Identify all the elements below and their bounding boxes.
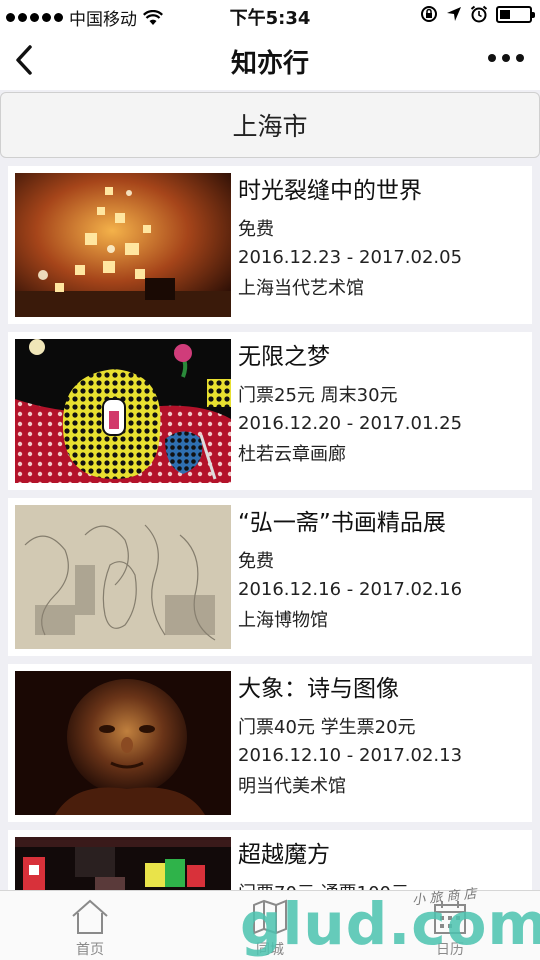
event-list[interactable]: 时光裂缝中的世界 免费 2016.12.23 - 2017.02.05 上海当代… (0, 166, 540, 890)
calendar-icon (434, 901, 466, 934)
map-icon (253, 899, 287, 935)
event-venue: 明当代美术馆 (238, 776, 346, 797)
event-image (15, 837, 231, 890)
event-dates: 2016.12.16 - 2017.02.16 (238, 579, 463, 600)
event-price: 门票25元 周末30元 (238, 385, 398, 406)
event-info: 时光裂缝中的世界 免费 2016.12.23 - 2017.02.05 上海当代… (238, 166, 526, 300)
event-price: 门票40元 学生票20元 (238, 717, 416, 738)
event-info: 无限之梦 门票25元 周末30元 2016.12.20 - 2017.01.25… (238, 332, 526, 466)
event-card[interactable]: 超越魔方 门票70元 通票100元 (8, 830, 532, 890)
event-image (15, 505, 231, 649)
tab-home-label: 首页 (76, 942, 104, 958)
rotation-lock-icon (421, 6, 437, 22)
event-price: 门票70元 通票100元 (238, 879, 526, 890)
event-price: 免费 (238, 551, 274, 572)
tab-home[interactable]: 首页 (40, 899, 140, 959)
event-info: “弘一斋”书画精品展 免费 2016.12.16 - 2017.02.16 上海… (238, 498, 526, 632)
status-right (420, 5, 535, 23)
event-card[interactable]: 无限之梦 门票25元 周末30元 2016.12.20 - 2017.01.25… (8, 332, 532, 490)
status-bar: 中国移动 下午5:34 (0, 0, 540, 30)
event-venue: 上海当代艺术馆 (238, 278, 364, 299)
home-icon (72, 899, 108, 934)
event-card[interactable]: 时光裂缝中的世界 免费 2016.12.23 - 2017.02.05 上海当代… (8, 166, 532, 324)
event-image (15, 173, 231, 317)
tab-bar: 首页 同城 日历 (0, 890, 540, 960)
event-info: 大象：诗与图像 门票40元 学生票20元 2016.12.10 - 2017.0… (238, 664, 526, 798)
event-price: 免费 (238, 219, 274, 240)
nav-bar: 知亦行 (0, 30, 540, 90)
tab-calendar[interactable]: 日历 (400, 899, 500, 959)
tab-city[interactable]: 同城 (220, 899, 320, 959)
event-title: 大象：诗与图像 (238, 676, 399, 702)
event-title: “弘一斋”书画精品展 (238, 510, 446, 536)
event-card[interactable]: “弘一斋”书画精品展 免费 2016.12.16 - 2017.02.16 上海… (8, 498, 532, 656)
alarm-icon (470, 5, 488, 23)
event-info: 超越魔方 门票70元 通票100元 (238, 830, 526, 890)
city-label: 上海市 (232, 112, 308, 141)
battery-icon (496, 5, 535, 23)
more-icon (488, 54, 496, 62)
event-card[interactable]: 大象：诗与图像 门票40元 学生票20元 2016.12.10 - 2017.0… (8, 664, 532, 822)
location-icon (447, 7, 461, 21)
event-title: 超越魔方 (238, 842, 330, 868)
tab-city-label: 同城 (256, 942, 284, 958)
city-selector[interactable]: 上海市 (0, 92, 540, 158)
event-image (15, 339, 231, 483)
event-title: 时光裂缝中的世界 (238, 178, 422, 204)
tab-calendar-label: 日历 (436, 942, 464, 958)
event-dates: 2016.12.23 - 2017.02.05 (238, 247, 463, 268)
event-venue: 上海博物馆 (238, 610, 328, 631)
event-dates: 2016.12.10 - 2017.02.13 (238, 745, 463, 766)
event-image (15, 671, 231, 815)
event-dates: 2016.12.20 - 2017.01.25 (238, 413, 463, 434)
event-title: 无限之梦 (238, 344, 330, 370)
more-button[interactable] (488, 54, 524, 62)
event-venue: 杜若云章画廊 (238, 444, 346, 465)
page-title: 知亦行 (230, 49, 309, 79)
